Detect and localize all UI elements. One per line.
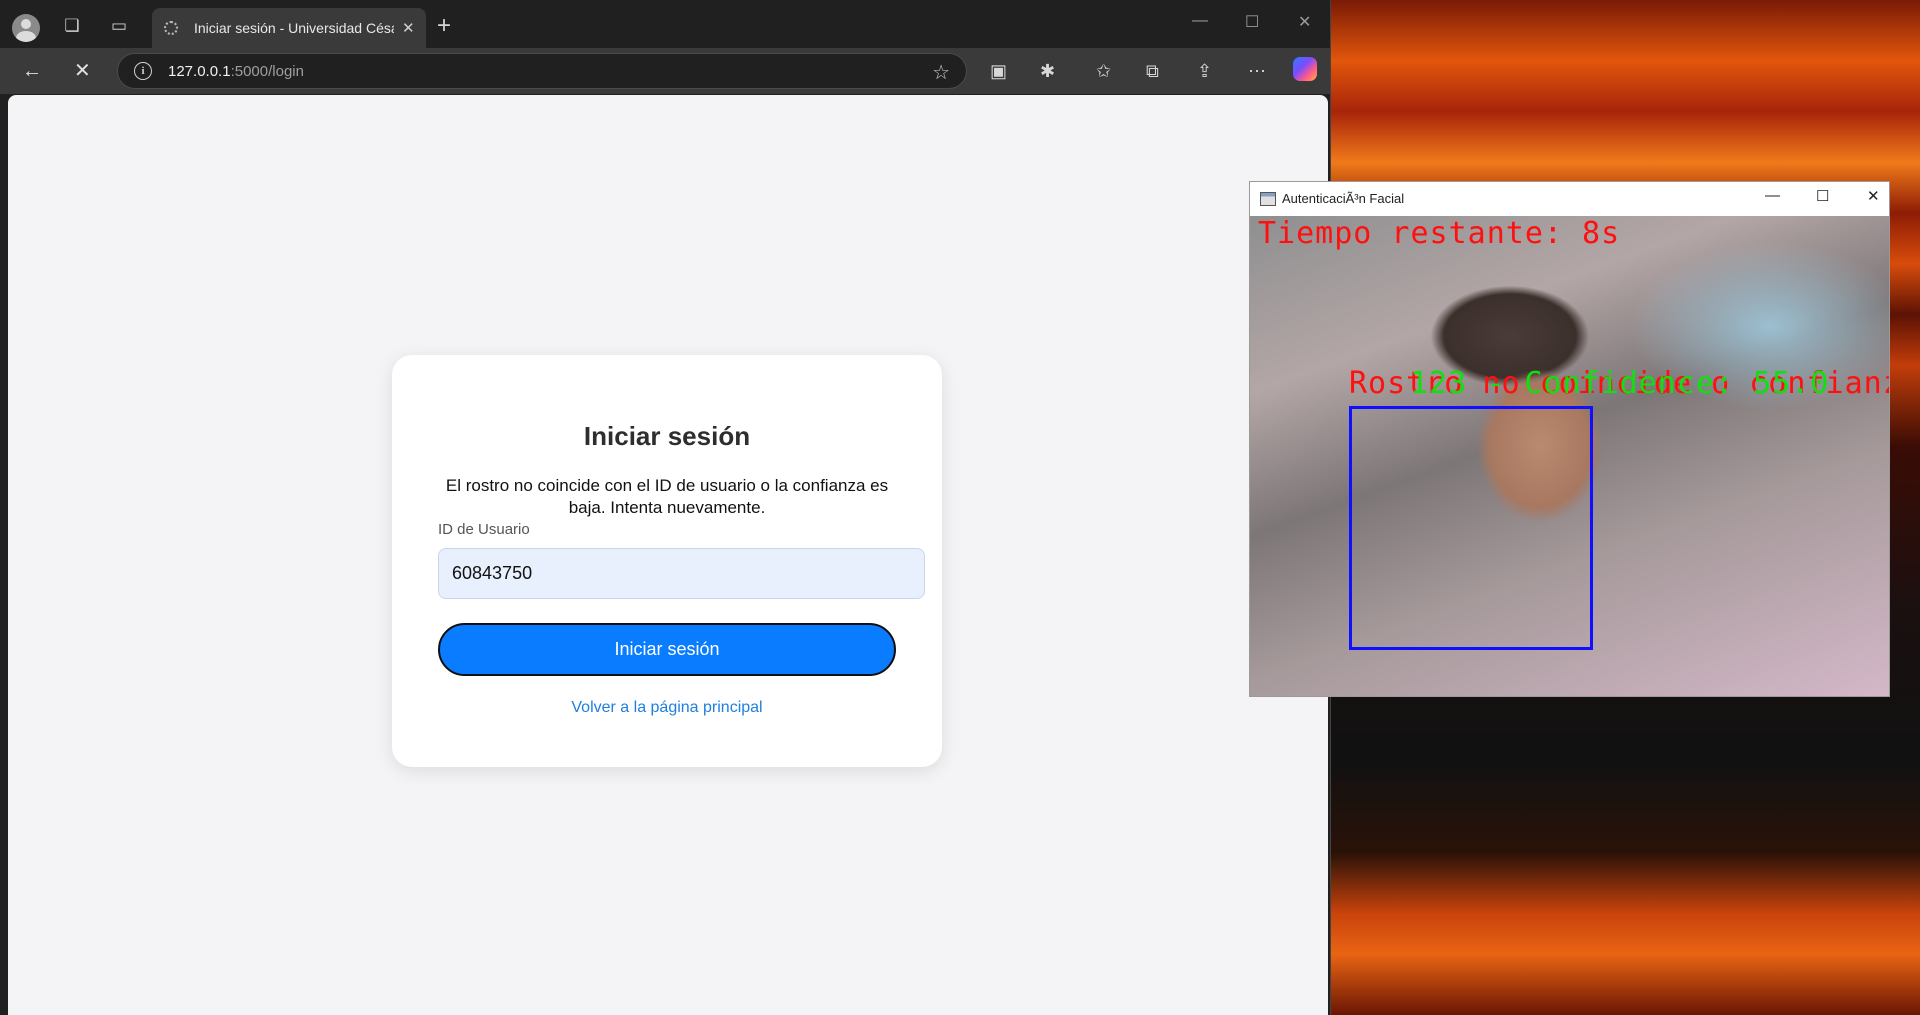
close-window-icon[interactable]: ✕ [1298,12,1311,32]
workspaces-icon[interactable]: ❏ [58,12,86,40]
facial-auth-window: AutenticaciÃ³n Facial — ☐ ✕ Tiempo resta… [1249,181,1890,697]
favorites-icon[interactable]: ✩ [1096,59,1111,83]
url-text[interactable]: 127.0.0.1:5000/login [168,63,304,80]
match-overlay: 123 - Confidence: 55.0 [1410,366,1830,401]
profile-avatar-icon[interactable] [12,14,40,42]
timer-overlay: Tiempo restante: 8s [1258,216,1621,251]
user-id-label: ID de Usuario [438,521,530,538]
split-screen-icon[interactable]: ▣ [990,59,1007,83]
fw-close-icon[interactable]: ✕ [1867,187,1880,205]
facial-auth-titlebar: AutenticaciÃ³n Facial — ☐ ✕ [1250,182,1889,216]
tab-title: Iniciar sesión - Universidad César [194,20,394,36]
tab-close-icon[interactable]: ✕ [402,19,415,37]
fw-maximize-icon[interactable]: ☐ [1816,187,1829,205]
loading-spinner-icon [164,21,178,35]
facial-auth-title: AutenticaciÃ³n Facial [1282,191,1405,206]
share-icon[interactable]: ⇪ [1197,59,1212,83]
stop-loading-icon[interactable]: ✕ [74,58,91,84]
new-tab-icon[interactable]: + [437,12,451,40]
favorite-star-icon[interactable]: ☆ [932,60,950,85]
tab-bar: ❏ ▭ Iniciar sesión - Universidad César ✕… [0,0,1330,48]
minimize-icon[interactable]: — [1192,12,1208,30]
address-bar[interactable]: i 127.0.0.1:5000/login ☆ [117,53,967,89]
maximize-icon[interactable]: ☐ [1245,12,1259,32]
login-button[interactable]: Iniciar sesión [438,623,896,676]
browser-window: ❏ ▭ Iniciar sesión - Universidad César ✕… [0,0,1331,1015]
page-content: Iniciar sesión El rostro no coincide con… [8,95,1328,1015]
browser-toolbar: ← ✕ i 127.0.0.1:5000/login ☆ ▣ ✱ ✩ ⧉ ⇪ ⋯ [0,48,1330,94]
login-card: Iniciar sesión El rostro no coincide con… [392,355,942,767]
fw-minimize-icon[interactable]: — [1765,187,1780,204]
tab-login[interactable]: Iniciar sesión - Universidad César ✕ [152,8,426,48]
screenshot-icon[interactable]: ⧉ [1146,59,1159,83]
extensions-icon[interactable]: ✱ [1040,59,1055,83]
face-detection-box [1349,406,1593,650]
user-id-input[interactable] [438,548,925,599]
app-window-icon [1260,192,1276,206]
more-options-icon[interactable]: ⋯ [1248,59,1266,83]
camera-feed: Tiempo restante: 8s Rostro no coincide o… [1250,216,1889,696]
login-title: Iniciar sesión [583,421,751,451]
error-message: El rostro no coincide con el ID de usuar… [445,476,889,517]
back-icon[interactable]: ← [22,58,42,84]
site-info-icon[interactable]: i [134,62,152,80]
tab-actions-icon[interactable]: ▭ [105,12,133,40]
back-home-link[interactable]: Volver a la página principal [392,699,942,717]
copilot-icon[interactable] [1293,57,1317,81]
